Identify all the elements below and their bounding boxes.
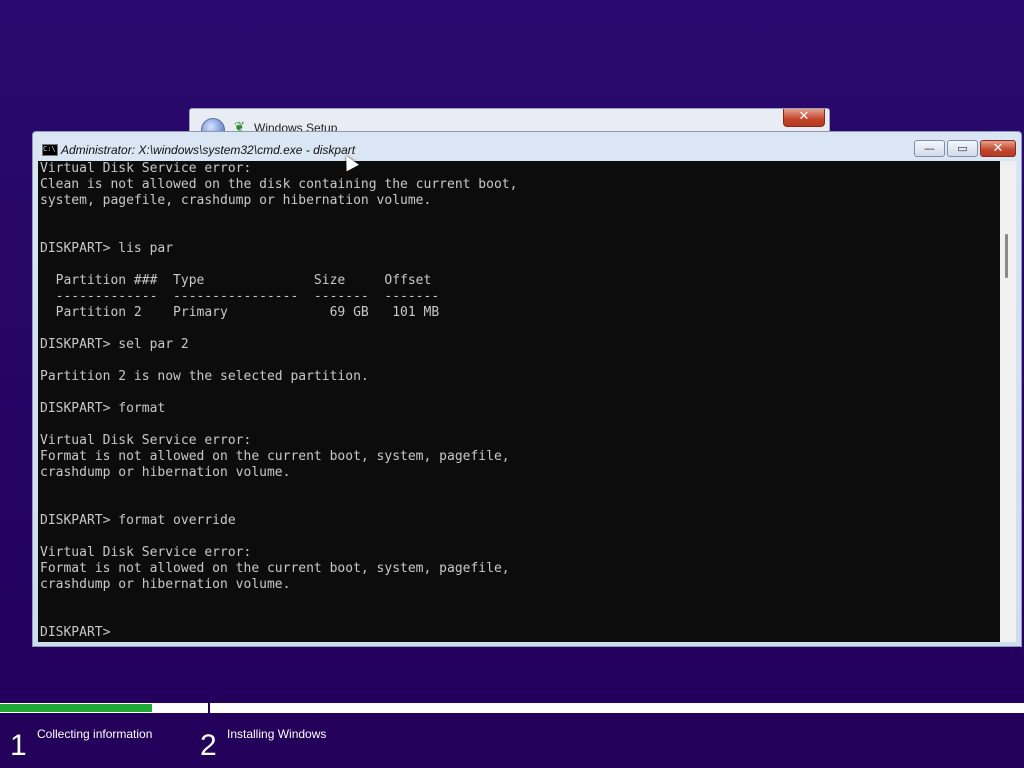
vertical-scrollbar[interactable] [1000,161,1016,642]
maximize-button[interactable]: ▭ [947,140,978,157]
setup-progress-track [0,703,1024,713]
cmd-window-title: Administrator: X:\windows\system32\cmd.e… [61,143,356,157]
scrollbar-thumb[interactable] [1005,234,1008,278]
setup-close-button[interactable]: ✕ [783,109,825,127]
maximize-icon: ▭ [957,142,968,155]
close-icon: ✕ [992,141,1004,156]
step-2-number: 2 [200,729,217,762]
close-button[interactable]: ✕ [980,140,1016,157]
step-2-label: Installing Windows [227,727,327,741]
cmd-icon: C:\ [42,144,58,156]
setup-progress-fill [0,704,152,712]
progress-step-divider [208,700,210,713]
step-1-number: 1 [10,729,27,762]
console-text: Virtual Disk Service error: Clean is not… [40,161,518,640]
minimize-button[interactable]: — [914,140,945,157]
cmd-window[interactable]: C:\ Administrator: X:\windows\system32\c… [32,131,1022,647]
console-output[interactable]: Virtual Disk Service error: Clean is not… [38,161,1000,642]
close-icon: ✕ [798,109,810,124]
minimize-icon: — [924,142,935,155]
step-1-label: Collecting information [37,727,153,741]
